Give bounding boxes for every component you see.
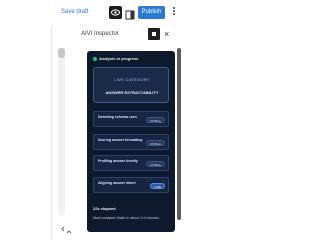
status-row: Analysis in progress [93, 56, 138, 61]
panel-scrollbar[interactable] [177, 48, 181, 220]
chevron-up-icon[interactable] [66, 222, 72, 234]
status-badge: STABLE [145, 117, 165, 123]
panel-title: AIVI Inspector [81, 31, 119, 37]
live-category-value: ANSWER EXTRACTABILITY [105, 90, 159, 95]
analysis-card: Analysis in progress LIVE CATEGORY ANSWE… [87, 51, 175, 232]
status-badge: STABLE [145, 161, 165, 167]
check-label: Scoring answer formatting [98, 138, 143, 142]
live-category-label: LIVE CATEGORY [114, 77, 150, 82]
scrollbar-track[interactable] [58, 48, 65, 216]
status-badge: STABLE [145, 140, 165, 146]
close-icon[interactable]: × [164, 28, 169, 40]
status-text: Analysis in progress [99, 56, 139, 61]
editor-toolbar: Save draft Publish [0, 0, 240, 26]
check-item-active: Aligning answer intent LIVE [93, 177, 169, 193]
pin-icon[interactable] [148, 28, 160, 40]
check-label: Profiling answer brevity [98, 159, 138, 163]
sidebar-layout-icon[interactable] [125, 7, 135, 20]
status-dot-icon [93, 56, 97, 61]
scrollbar-thumb[interactable] [58, 48, 65, 58]
check-item: Detecting schema cues STABLE [93, 111, 169, 127]
check-label: Detecting schema cues [98, 115, 137, 119]
check-item: Scoring answer formatting STABLE [93, 134, 169, 150]
publish-button[interactable]: Publish [138, 6, 165, 19]
eye-icon[interactable] [109, 6, 122, 19]
save-draft-button[interactable]: Save draft [61, 9, 88, 15]
kebab-menu-icon[interactable] [172, 6, 176, 18]
elapsed-time: 22s elapsed [93, 206, 116, 211]
status-badge-live: LIVE [150, 183, 165, 189]
finish-note: Most analyses finish in about 4-5 minute… [93, 216, 160, 220]
check-label: Aligning answer intent [98, 181, 136, 185]
live-category-box: LIVE CATEGORY ANSWER EXTRACTABILITY [93, 67, 169, 103]
check-item: Profiling answer brevity STABLE [93, 155, 169, 171]
